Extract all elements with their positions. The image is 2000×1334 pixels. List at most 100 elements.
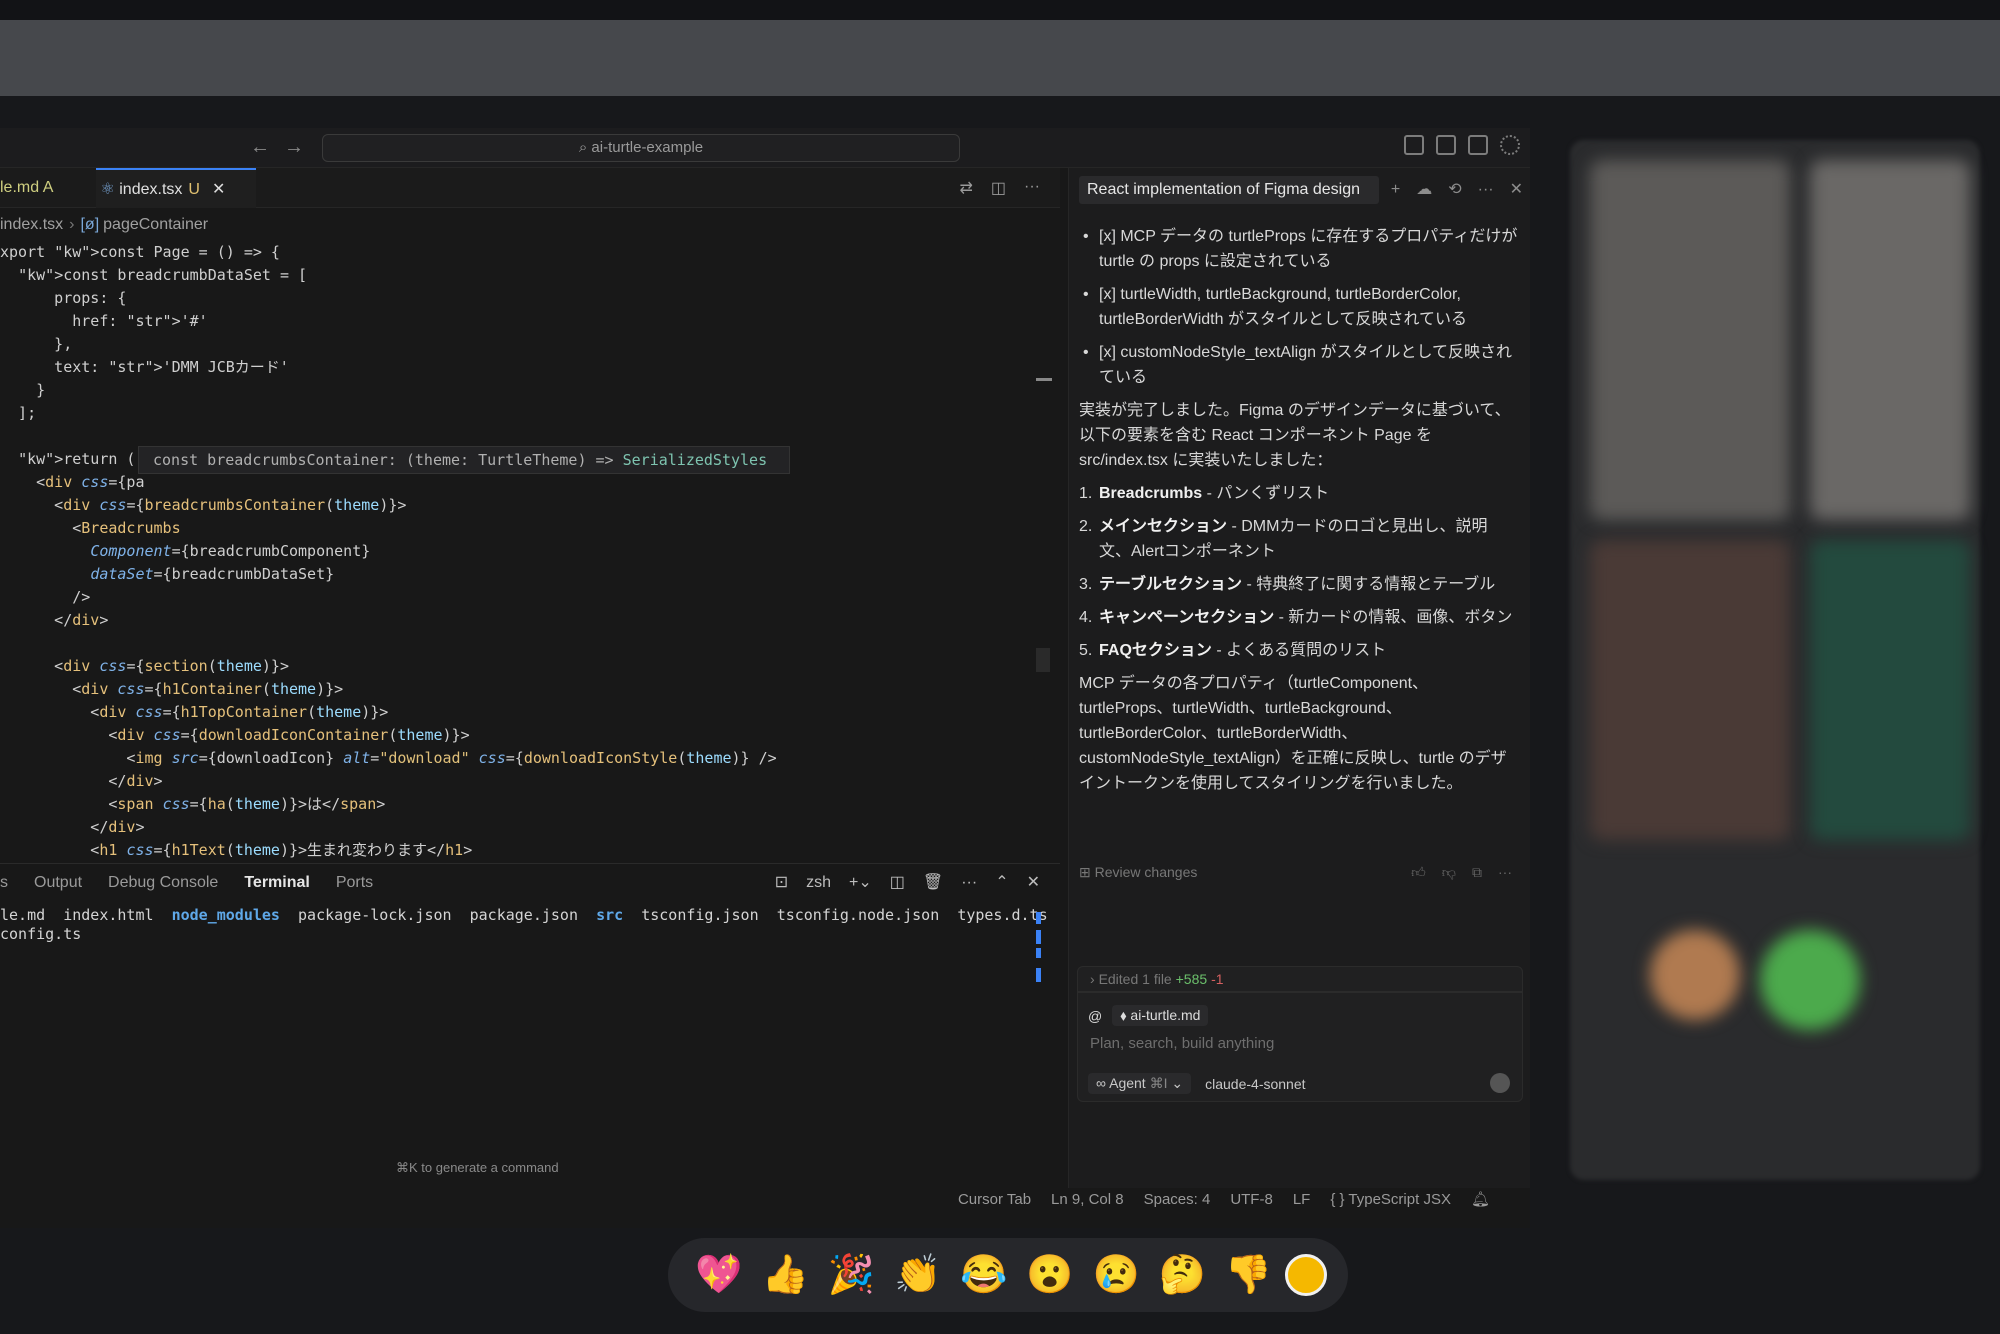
more-actions-icon[interactable]: ··· [1024,178,1040,198]
more-icon[interactable]: ··· [1498,864,1512,881]
forward-arrow-icon[interactable]: → [284,136,304,159]
open-changes-icon[interactable]: ⇄ [959,178,972,198]
reaction-emoji[interactable]: 😂 [954,1238,1014,1312]
code-line: href: "str">'#' [0,312,208,330]
list-title: FAQセクション [1099,642,1212,659]
more-icon[interactable]: ··· [1478,176,1494,204]
model-select[interactable]: claude-4-sonnet [1205,1076,1305,1092]
close-tab-icon[interactable]: ✕ [212,181,225,198]
terminal-entry: src [596,906,624,924]
copy-icon[interactable]: ⧉ [1472,864,1482,881]
more-icon[interactable]: ··· [961,864,977,902]
toggle-secondary-sidebar-icon[interactable] [1468,135,1488,155]
settings-gear-icon[interactable] [1500,135,1520,155]
command-search-input[interactable]: ⌕ ai-turtle-example [322,134,960,162]
reaction-emoji[interactable]: 👎 [1219,1238,1279,1312]
terminal-output[interactable]: le.md index.html node_modules package-lo… [0,906,1048,944]
tab-readme[interactable]: le.md A [0,168,90,208]
reaction-emoji[interactable]: 👏 [888,1238,948,1312]
new-chat-icon[interactable]: + [1391,176,1400,204]
code-line: <img src={downloadIcon} alt="download" c… [0,749,777,767]
status-item[interactable]: UTF-8 [1230,1188,1273,1212]
list-title: キャンペーンセクション [1099,609,1275,626]
hover-tooltip: const breadcrumbsContainer: (theme: Turt… [138,446,790,474]
chat-input-box: @ ⬧ ai-turtle.md Plan, search, build any… [1077,992,1523,1102]
tab-ports[interactable]: Ports [336,864,373,902]
list-item: 2. メインセクション - DMMカードのロゴと見出し、説明文、Alertコンポー… [1079,514,1519,564]
status-item[interactable]: Spaces: 4 [1144,1188,1211,1212]
terminal-marker [1036,912,1041,924]
context-chip[interactable]: ⬧ ai-turtle.md [1112,1005,1209,1026]
tab-problems[interactable]: s [0,864,8,902]
chevron-right-icon: › [69,216,75,233]
code-line: </div> [0,818,145,836]
close-panel-icon[interactable]: ✕ [1027,864,1040,902]
at-mention-icon[interactable]: @ [1088,1008,1102,1024]
list-number: 1. [1079,485,1093,502]
status-item[interactable]: { } TypeScript JSX [1330,1188,1451,1212]
tab-terminal[interactable]: Terminal [244,864,310,902]
component-list: 1. Breadcrumbs - パンくずリスト 2. メインセクション - DMMカ… [1079,481,1519,663]
new-terminal-icon[interactable]: +⌄ [849,864,872,902]
chat-input[interactable]: Plan, search, build anything [1090,1035,1274,1052]
reaction-emoji[interactable]: 😮 [1020,1238,1080,1312]
reaction-emoji[interactable]: 💖 [689,1238,749,1312]
list-desc: - 新カードの情報、画像、ボタン [1274,609,1513,626]
tab-output[interactable]: Output [34,864,82,902]
code-line: } [0,381,46,399]
participant-video-tile [1590,540,1790,840]
panel-actions: ⊡ zsh +⌄ ◫ 🗑 ··· ⌃ ✕ [775,864,1040,902]
reaction-emoji[interactable]: 👍 [755,1238,815,1312]
edited-files-summary[interactable]: › Edited 1 file +585 -1 [1077,966,1523,992]
code-line: xport "kw">const Page = () => { [0,243,280,261]
breadcrumb-symbol[interactable]: pageContainer [103,216,208,233]
history-icon[interactable]: ⟲ [1448,176,1461,204]
code-line: <div css={downloadIconContainer(theme)}> [0,726,470,744]
toggle-sidebar-icon[interactable] [1404,135,1424,155]
code-line: dataSet={breadcrumbDataSet} [90,565,335,583]
breadcrumb-file[interactable]: index.tsx [0,216,63,233]
agent-shortcut: ⌘I [1149,1075,1168,1091]
reaction-emoji[interactable]: 😢 [1086,1238,1146,1312]
list-title: テーブルセクション [1099,576,1243,593]
send-button[interactable] [1490,1073,1510,1093]
trash-icon[interactable]: 🗑 [923,864,943,902]
participant-video-tile [1590,160,1790,520]
reaction-emoji[interactable]: 🤔 [1152,1238,1212,1312]
editor-scrollbar[interactable] [1036,648,1050,672]
tab-index-tsx[interactable]: ⚛ index.tsx U ✕ [96,168,256,208]
review-changes-button[interactable]: ⊞ Review changes [1079,864,1197,881]
split-editor-icon[interactable]: ◫ [991,178,1006,198]
chat-title[interactable]: React implementation of Figma design [1079,176,1379,204]
reaction-emoji[interactable]: 🎉 [821,1238,881,1312]
status-item[interactable]: Ln 9, Col 8 [1051,1188,1124,1212]
back-arrow-icon[interactable]: ← [250,136,270,159]
status-item[interactable]: LF [1293,1188,1311,1212]
code-line: <div css={h1TopContainer(theme)}> [0,703,389,721]
list-item: 4. キャンペーンセクション - 新カードの情報、画像、ボタン [1079,605,1519,630]
list-number: 2. [1079,518,1093,535]
tab-debug-console[interactable]: Debug Console [108,864,218,902]
cloud-icon[interactable]: ☁ [1416,176,1432,204]
bell-icon[interactable]: 🔔︎ [1471,1188,1490,1212]
toggle-panel-icon[interactable] [1436,135,1456,155]
maximize-panel-icon[interactable]: ⌃ [995,864,1008,902]
shell-name[interactable]: zsh [806,864,831,902]
code-line: <span css={ha(theme)}>は</span> [0,795,386,813]
lines-added: +585 [1175,971,1208,987]
list-item: 5. FAQセクション - よくある質問のリスト [1079,638,1519,663]
code-line: <Breadcrumbs [0,519,181,537]
agent-mode-select[interactable]: ∞ Agent ⌘I ⌄ [1088,1073,1192,1094]
list-desc: - 特典終了に関する情報とテーブル [1242,576,1496,593]
layout-controls [1404,135,1520,155]
checklist-item: [x] customNodeStyle_textAlign がスタイルとして反映… [1079,340,1519,390]
skin-tone-picker[interactable] [1284,1254,1327,1296]
split-terminal-icon[interactable]: ◫ [890,864,905,902]
checklist-item: [x] MCP データの turtleProps に存在するプロパティだけが t… [1079,224,1519,274]
close-icon[interactable]: ✕ [1510,176,1523,204]
thumbs-down-icon[interactable]: 👎︎ [1442,864,1456,881]
thumbs-up-icon[interactable]: 👍︎ [1411,864,1426,881]
status-item[interactable]: Cursor Tab [958,1188,1031,1212]
code-editor[interactable]: xport "kw">const Page = () => { "kw">con… [0,241,1040,863]
